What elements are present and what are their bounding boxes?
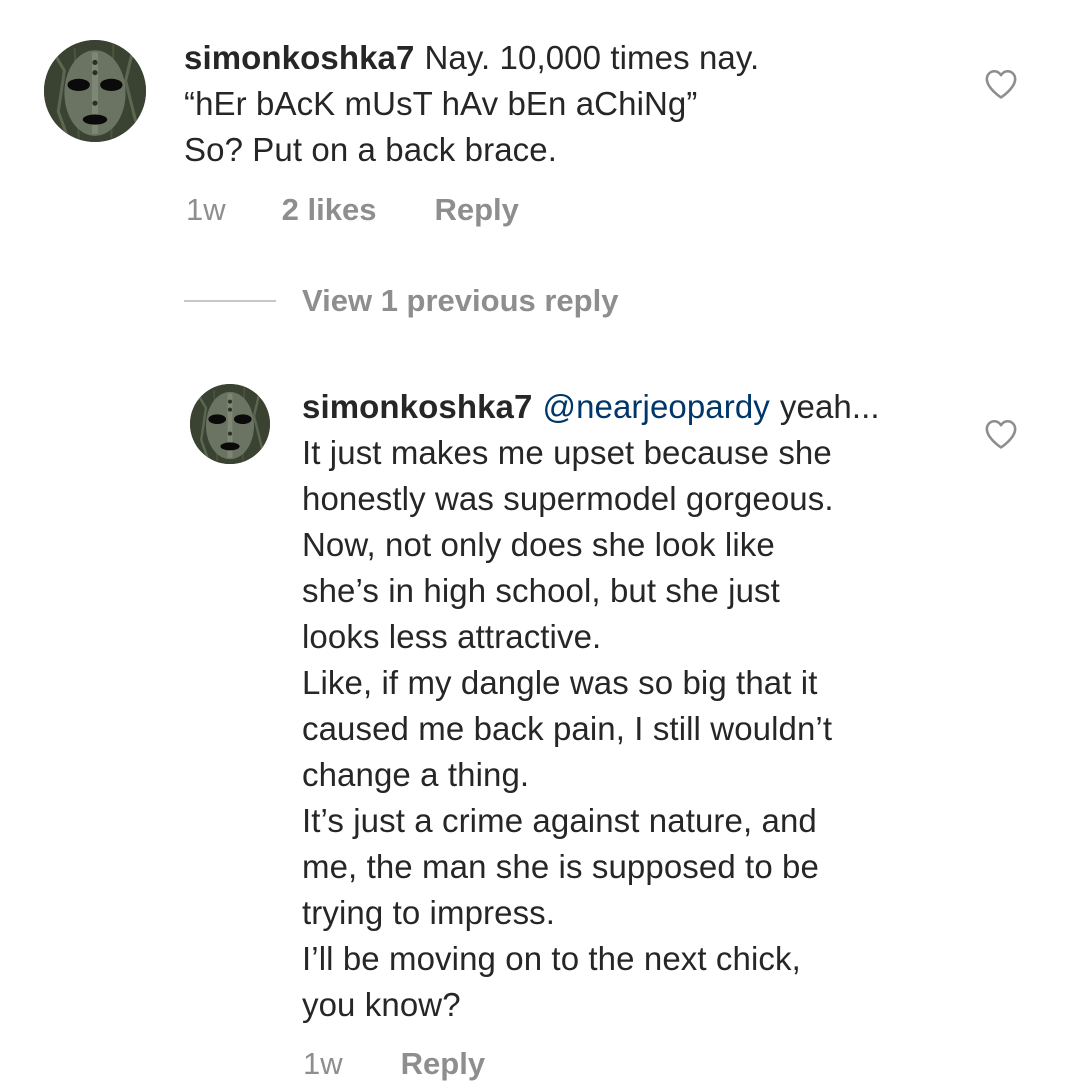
heart-outline-icon[interactable] [984,418,1018,450]
comment-line: change a thing. [302,756,530,793]
comment-line: I’ll be moving on to the next chick, [302,940,801,977]
comment-line: she’s in high school, but she just [302,572,780,609]
view-previous-replies-button[interactable]: View 1 previous reply [184,283,618,319]
avatar[interactable] [190,384,270,464]
comment-time: 1w [186,192,226,227]
reply-button[interactable]: Reply [434,192,518,228]
comment-line: It just makes me upset because she [302,434,832,471]
divider [184,300,276,302]
comment-line: me, the man she is supposed to be [302,848,819,885]
comment-meta: 1w 2 likes Reply [186,192,519,228]
mention-link[interactable]: @nearjeopardy [542,388,769,425]
comment-body: simonkoshka7 @nearjeopardy yeah... It just… [302,384,962,1028]
username[interactable]: simonkoshka7 [184,39,414,76]
comment-line: yeah... [779,388,880,425]
wooden-mask-avatar [190,384,270,464]
comment-line: trying to impress. [302,894,556,931]
comment-time: 1w [303,1046,343,1081]
comment-meta: 1w Reply [303,1046,485,1082]
comment-line: Like, if my dangle was so big that it [302,664,818,701]
username[interactable]: simonkoshka7 [302,388,532,425]
comment-line: caused me back pain, I still wouldn’t [302,710,833,747]
view-replies-label: View 1 previous reply [302,283,619,318]
comment-line: It’s just a crime against nature, and [302,802,817,839]
comment-body: simonkoshka7 Nay. 10,000 times nay. “hEr … [184,35,964,173]
avatar[interactable] [44,40,146,142]
comment-line: So? Put on a back brace. [184,131,557,168]
likes-count[interactable]: 2 likes [282,192,377,228]
comment-line: honestly was supermodel gorgeous. [302,480,834,517]
comment-line: you know? [302,986,461,1023]
comment-line: Now, not only does she look like [302,526,775,563]
comment-line: looks less attractive. [302,618,602,655]
reply-button[interactable]: Reply [401,1046,485,1082]
comment-line: Nay. 10,000 times nay. [424,39,760,76]
wooden-mask-avatar [44,40,146,142]
comment-line: “hEr bAcK mUsT hAv bEn aChiNg” [184,85,698,122]
heart-outline-icon[interactable] [984,68,1018,100]
